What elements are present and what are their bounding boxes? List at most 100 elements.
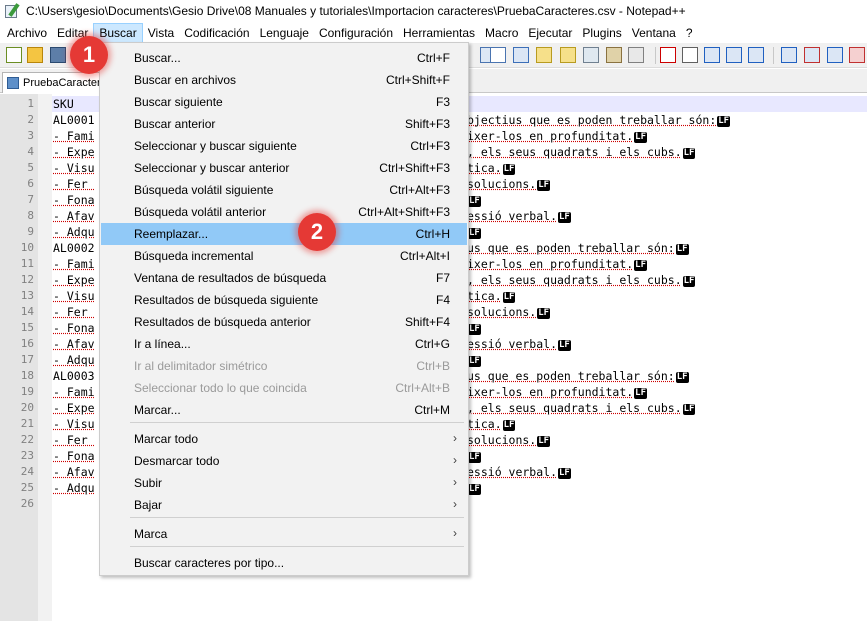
line-text-start: - Adqu [53, 481, 95, 495]
line-text-fragment: us que es poden treballar són: [467, 241, 675, 255]
eol-lf-marker: LF [468, 356, 481, 367]
menu-item-resultados-de-busqueda-anterior[interactable]: Resultados de búsqueda anterior Shift+F4 [101, 311, 467, 333]
line-text-end: solucions. LF [467, 432, 551, 448]
menu-item-label: Seleccionar todo lo que coincida [134, 381, 307, 395]
eol-lf-marker: LF [468, 228, 481, 239]
menu-item-label: Marca [134, 527, 168, 541]
clear-compare-icon[interactable] [849, 47, 865, 63]
line-text-fragment: , els seus quadrats i els cubs. [467, 401, 682, 415]
menu-item-label: Marcar todo [134, 432, 199, 446]
line-number: 21 [20, 417, 34, 430]
function-list-icon[interactable] [583, 47, 599, 63]
menu-codificacion[interactable]: Codificación [179, 23, 254, 43]
line-text-start: - Expe [53, 401, 95, 415]
line-text-end: tica. LF [467, 416, 516, 432]
menu-item-bajar[interactable]: Bajar › [101, 494, 467, 516]
eol-lf-marker: LF [682, 148, 696, 159]
menu-item-seleccionar-todo-lo-que-coincida: Seleccionar todo lo que coincida Ctrl+Alt… [101, 377, 467, 399]
menu-item-buscar-caracteres-por-tipo[interactable]: Buscar caracteres por tipo... [101, 552, 467, 574]
save-macro-icon[interactable] [748, 47, 764, 63]
line-text-start: SKU [53, 97, 74, 111]
menu-item-shortcut: Ctrl+F [417, 51, 450, 65]
menu-help[interactable]: ? [681, 23, 698, 43]
line-text-end: , els seus quadrats i els cubs. LF [467, 144, 696, 160]
menu-item-buscar-anterior[interactable]: Buscar anterior Shift+F3 [101, 113, 467, 135]
spellcheck-icon[interactable] [781, 47, 797, 63]
menu-vista[interactable]: Vista [143, 23, 179, 43]
monitor-icon[interactable] [628, 47, 644, 63]
menu-item-desmarcar-todo[interactable]: Desmarcar todo › [101, 450, 467, 472]
eol-lf-marker: LF [675, 372, 689, 383]
line-text-fragment: ixer-los en profunditat. [467, 385, 634, 399]
menu-item-reemplazar[interactable]: Reemplazar... Ctrl+H [101, 223, 467, 245]
menu-item-subir[interactable]: Subir › [101, 472, 467, 494]
line-text-end: bjectius que es poden treballar són: LF [467, 112, 731, 128]
menu-item-marcar[interactable]: Marcar... Ctrl+M [101, 399, 467, 421]
menu-item-buscar-en-archivos[interactable]: Buscar en archivos Ctrl+Shift+F [101, 69, 467, 91]
doc-map-icon[interactable] [560, 47, 576, 63]
folder-workspace-icon[interactable] [606, 47, 622, 63]
line-text-fragment: tica. [467, 289, 502, 303]
menu-item-label: Buscar en archivos [134, 73, 237, 87]
menu-ventana[interactable]: Ventana [627, 23, 681, 43]
line-text-fragment: essió verbal. [467, 337, 558, 351]
line-text-start: - Expe [53, 145, 95, 159]
tab-file[interactable]: PruebaCaracteres [2, 72, 102, 93]
stop-macro-icon[interactable] [682, 47, 698, 63]
compare-icon[interactable] [804, 47, 820, 63]
menu-item-busqueda-volatil-anterior[interactable]: Búsqueda volátil anterior Ctrl+Alt+Shift+… [101, 201, 467, 223]
menu-plugins[interactable]: Plugins [577, 23, 626, 43]
menu-item-seleccionar-y-buscar-siguiente[interactable]: Seleccionar y buscar siguiente Ctrl+F3 [101, 135, 467, 157]
toolbar-separator [773, 47, 774, 64]
step-callout: 2 [298, 213, 336, 251]
menu-item-buscar[interactable]: Buscar... Ctrl+F [101, 47, 467, 69]
menu-ejecutar[interactable]: Ejecutar [523, 23, 577, 43]
line-text-start: AL0003 [53, 369, 95, 383]
record-macro-icon[interactable] [660, 47, 676, 63]
play-macro-icon[interactable] [704, 47, 720, 63]
menu-item-ventana-de-resultados-de-busqueda[interactable]: Ventana de resultados de búsqueda F7 [101, 267, 467, 289]
indent-guide-icon[interactable] [513, 47, 529, 63]
menu-item-shortcut: Ctrl+Alt+I [399, 249, 450, 263]
menu-item-label: Buscar... [134, 51, 181, 65]
line-text-fragment: bjectius que es poden treballar són: [467, 113, 717, 127]
menu-item-shortcut: Shift+F4 [404, 315, 450, 329]
show-symbols-icon[interactable] [490, 47, 506, 63]
menu-item-label: Reemplazar... [134, 227, 209, 241]
menu-item-busqueda-volatil-siguiente[interactable]: Búsqueda volátil siguiente Ctrl+Alt+F3 [101, 179, 467, 201]
line-text-fragment: ixer-los en profunditat. [467, 257, 634, 271]
buscar-menu-dropdown: Buscar... Ctrl+F Buscar en archivos Ctrl+Sh… [99, 42, 469, 576]
menu-lenguaje[interactable]: Lenguaje [255, 23, 314, 43]
word-wrap-icon[interactable] [536, 47, 552, 63]
eol-lf-marker: LF [682, 276, 696, 287]
menu-item-buscar-siguiente[interactable]: Buscar siguiente F3 [101, 91, 467, 113]
line-text-start: - Fami [53, 257, 95, 271]
menu-item-seleccionar-y-buscar-anterior[interactable]: Seleccionar y buscar anterior Ctrl+Shift+… [101, 157, 467, 179]
menu-herramientas[interactable]: Herramientas [398, 23, 480, 43]
submenu-arrow-icon: › [453, 453, 457, 467]
menu-item-resultados-de-busqueda-siguiente[interactable]: Resultados de búsqueda siguiente F4 [101, 289, 467, 311]
menu-item-busqueda-incremental[interactable]: Búsqueda incremental Ctrl+Alt+I [101, 245, 467, 267]
menu-item-marcar-todo[interactable]: Marcar todo › [101, 428, 467, 450]
line-text-fragment: essió verbal. [467, 209, 558, 223]
line-text-fragment: tica. [467, 161, 502, 175]
open-file-icon[interactable] [27, 47, 43, 63]
notepad-plus-plus-window: C:\Users\gesio\Documents\Gesio Drive\08 … [0, 0, 867, 621]
menu-item-shortcut: Ctrl+Shift+F [385, 73, 450, 87]
eol-lf-marker: LF [682, 404, 696, 415]
save-icon[interactable] [50, 47, 66, 63]
menu-item-marca[interactable]: Marca › [101, 523, 467, 545]
title-bar: C:\Users\gesio\Documents\Gesio Drive\08 … [0, 0, 867, 22]
menu-macro[interactable]: Macro [480, 23, 523, 43]
line-number: 3 [27, 129, 34, 142]
line-text-fragment: us que es poden treballar són: [467, 369, 675, 383]
menu-configuracion[interactable]: Configuración [314, 23, 398, 43]
run-macro-multiple-icon[interactable] [726, 47, 742, 63]
menu-item-ir-a-linea[interactable]: Ir a línea... Ctrl+G [101, 333, 467, 355]
new-file-icon[interactable] [6, 47, 22, 63]
diff-icon[interactable] [827, 47, 843, 63]
menu-archivo[interactable]: Archivo [2, 23, 52, 43]
submenu-arrow-icon: › [453, 475, 457, 489]
menu-item-shortcut: Ctrl+M [414, 403, 450, 417]
menu-item-shortcut: Ctrl+Alt+Shift+F3 [358, 205, 450, 219]
